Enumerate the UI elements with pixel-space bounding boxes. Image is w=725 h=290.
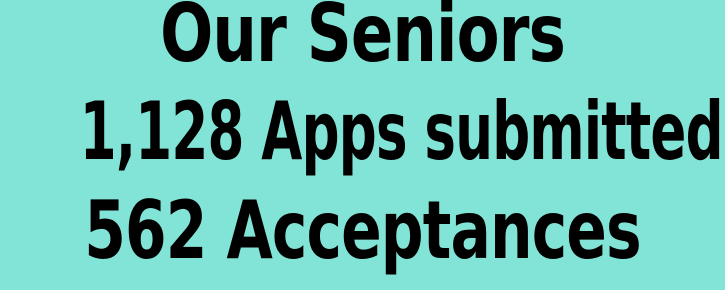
headline-banner: Our Seniors 1,128 Apps submitted 562 Acc… bbox=[0, 0, 725, 290]
acceptances-stat: 562 Acceptances bbox=[84, 185, 641, 279]
headline-title: Our Seniors bbox=[160, 0, 566, 82]
applications-submitted-stat: 1,128 Apps submitted bbox=[79, 86, 724, 180]
